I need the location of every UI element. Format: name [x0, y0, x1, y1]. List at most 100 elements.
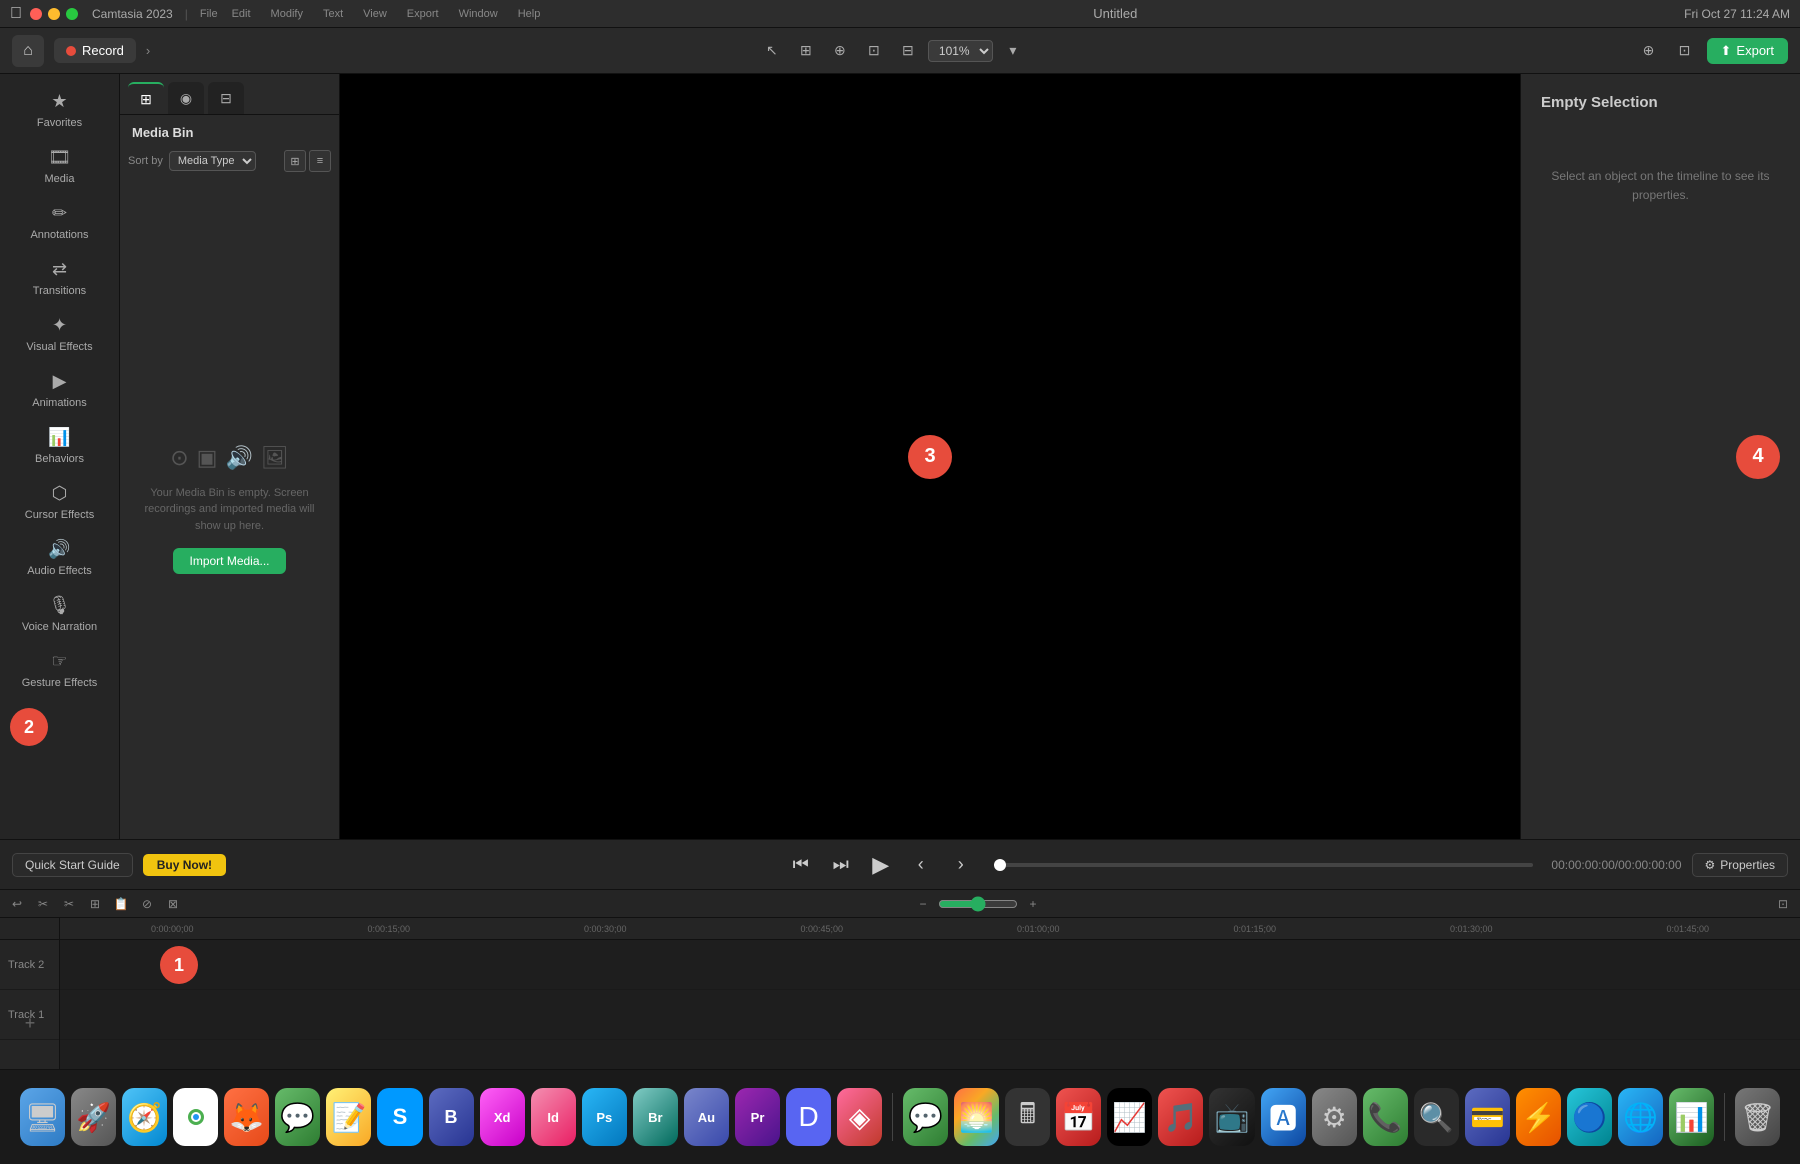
panel-title: Media Bin	[120, 115, 339, 146]
dock-stocks[interactable]: 📈	[1107, 1088, 1152, 1146]
close-button[interactable]	[30, 8, 42, 20]
zoom-select[interactable]: 101%	[928, 40, 993, 62]
track-2-row[interactable]: 1	[60, 940, 1800, 990]
connect-button[interactable]: ⊕	[826, 37, 854, 65]
step-back-button[interactable]: ⏭	[826, 850, 856, 880]
sidebar-item-media[interactable]: 🎞 Media	[6, 139, 113, 193]
sidebar-item-annotations[interactable]: ✏ Annotations	[6, 195, 113, 249]
dock-calendar[interactable]: 📅	[1056, 1088, 1101, 1146]
split-button[interactable]: ⊠	[162, 893, 184, 915]
home-button[interactable]: ⌂	[12, 35, 44, 67]
dock-tv[interactable]: 📺	[1209, 1088, 1254, 1146]
add-track-button[interactable]: +	[25, 1013, 36, 1034]
sidebar-item-visual-effects[interactable]: ✦ Visual Effects	[6, 307, 113, 361]
dock-launchpad[interactable]: 🚀	[71, 1088, 116, 1146]
dock-setapp[interactable]: ◈	[837, 1088, 882, 1146]
dock-discord[interactable]: D	[786, 1088, 831, 1146]
dock-notes[interactable]: 📝	[326, 1088, 371, 1146]
toolbar: ⌂ Record › ↖ ⊞ ⊕ ⊡ ⊟ 101% ▾ ⊕ ⊡ ⬆ Export	[0, 28, 1800, 74]
sidebar-item-audio-effects[interactable]: 🔊 Audio Effects	[6, 531, 113, 585]
dock-numbers[interactable]: 📊	[1669, 1088, 1714, 1146]
play-pause-button[interactable]: ▶	[866, 850, 896, 880]
grid-view-button[interactable]: ⊞	[284, 150, 306, 172]
dock-phone[interactable]: 📞	[1363, 1088, 1408, 1146]
zoom-dropdown-button[interactable]: ▾	[999, 37, 1027, 65]
minimize-button[interactable]	[48, 8, 60, 20]
dock-imessage[interactable]: 💬	[903, 1088, 948, 1146]
rewind-button[interactable]: ⏮	[786, 850, 816, 880]
dock-safari[interactable]: 🧭	[122, 1088, 167, 1146]
properties-hint: Select an object on the timeline to see …	[1541, 167, 1780, 205]
add-button[interactable]: ⊕	[1635, 37, 1663, 65]
record-button[interactable]: Record	[54, 38, 136, 63]
dock-music[interactable]: 🎵	[1158, 1088, 1203, 1146]
delete-button[interactable]: ⊘	[136, 893, 158, 915]
export-button[interactable]: ⬆ Export	[1707, 38, 1788, 64]
dock-pr[interactable]: Pr	[735, 1088, 780, 1146]
zoom-out-button[interactable]: −	[912, 893, 934, 915]
dock-volt[interactable]: ⚡	[1516, 1088, 1561, 1146]
dock-id[interactable]: Id	[531, 1088, 576, 1146]
layout-button[interactable]: ⊟	[894, 37, 922, 65]
behaviors-icon: 📊	[48, 427, 70, 448]
dock-au[interactable]: Au	[684, 1088, 729, 1146]
dock-wallet[interactable]: 💳	[1465, 1088, 1510, 1146]
snap-button[interactable]: ⊞	[792, 37, 820, 65]
dock-appstore[interactable]: 🅰	[1261, 1088, 1306, 1146]
prev-frame-button[interactable]: ‹	[906, 850, 936, 880]
cut-button[interactable]: ✂	[58, 893, 80, 915]
dock-br[interactable]: Br	[633, 1088, 678, 1146]
sidebar-item-cursor-effects[interactable]: ⬡ Cursor Effects	[6, 475, 113, 529]
zoom-in-button[interactable]: +	[1022, 893, 1044, 915]
maximize-button[interactable]	[66, 8, 78, 20]
toolbar-center-controls: ↖ ⊞ ⊕ ⊡ ⊟ 101% ▾	[758, 37, 1027, 65]
zoom-slider[interactable]	[938, 896, 1018, 912]
tab-templates[interactable]: ⊟	[208, 82, 244, 114]
properties-button[interactable]: ⚙ Properties	[1692, 853, 1788, 877]
dock-settings[interactable]: ⚙	[1312, 1088, 1357, 1146]
crop-button[interactable]: ⊡	[860, 37, 888, 65]
track-1-row[interactable]	[60, 990, 1800, 1040]
dock: 🖥 🚀 🧭 🦊 💬 📝 S B Xd Id Ps Br Au Pr D ◈ 💬 …	[0, 1069, 1800, 1164]
tab-media-bin[interactable]: ⊞	[128, 82, 164, 114]
panel-tabs: ⊞ ◉ ⊟	[120, 74, 339, 115]
screen-share-button[interactable]: ⊡	[1671, 37, 1699, 65]
playhead[interactable]	[994, 859, 1006, 871]
undo-button[interactable]: ↩	[6, 893, 28, 915]
ruler-mark-7: 0:01:45;00	[1580, 924, 1797, 934]
dock-finder[interactable]: 🖥	[20, 1088, 65, 1146]
buy-now-button[interactable]: Buy Now!	[143, 854, 226, 876]
list-view-button[interactable]: ≡	[309, 150, 331, 172]
next-frame-button[interactable]: ›	[946, 850, 976, 880]
dock-bb[interactable]: B	[429, 1088, 474, 1146]
paste-button[interactable]: 📋	[110, 893, 132, 915]
dock-skype[interactable]: S	[377, 1088, 422, 1146]
redo-button[interactable]: ✂	[32, 893, 54, 915]
dock-internet[interactable]: 🌐	[1618, 1088, 1663, 1146]
sidebar-item-gesture-effects[interactable]: ☞ Gesture Effects	[6, 643, 113, 697]
video-preview-area: 3	[340, 74, 1520, 839]
tab-library[interactable]: ◉	[168, 82, 204, 114]
copy-button[interactable]: ⊞	[84, 893, 106, 915]
expand-timeline-button[interactable]: ⊡	[1772, 893, 1794, 915]
sort-select[interactable]: Media Type	[169, 151, 256, 171]
dock-calculator[interactable]: 🖩	[1005, 1088, 1050, 1146]
sidebar-item-transitions[interactable]: ⇄ Transitions	[6, 251, 113, 305]
quick-start-button[interactable]: Quick Start Guide	[12, 853, 133, 877]
dock-chrome[interactable]	[173, 1088, 218, 1146]
dock-messages[interactable]: 💬	[275, 1088, 320, 1146]
import-media-button[interactable]: Import Media...	[173, 548, 285, 574]
select-tool-button[interactable]: ↖	[758, 37, 786, 65]
dock-trash[interactable]: 🗑	[1735, 1088, 1780, 1146]
dock-firefox[interactable]: 🦊	[224, 1088, 269, 1146]
dock-xd[interactable]: Xd	[480, 1088, 525, 1146]
dock-spotlight[interactable]: 🔍	[1414, 1088, 1459, 1146]
dock-photos[interactable]: 🌅	[954, 1088, 999, 1146]
sidebar-item-favorites[interactable]: ★ Favorites	[6, 83, 113, 137]
sidebar-item-voice-narration[interactable]: 🎙 Voice Narration	[6, 587, 113, 641]
dock-ps[interactable]: Ps	[582, 1088, 627, 1146]
dock-focals[interactable]: 🔵	[1567, 1088, 1612, 1146]
timeline-scrubber[interactable]	[994, 863, 1534, 867]
sidebar-item-animations[interactable]: ▶ Animations	[6, 363, 113, 417]
sidebar-item-behaviors[interactable]: 📊 Behaviors	[6, 419, 113, 473]
